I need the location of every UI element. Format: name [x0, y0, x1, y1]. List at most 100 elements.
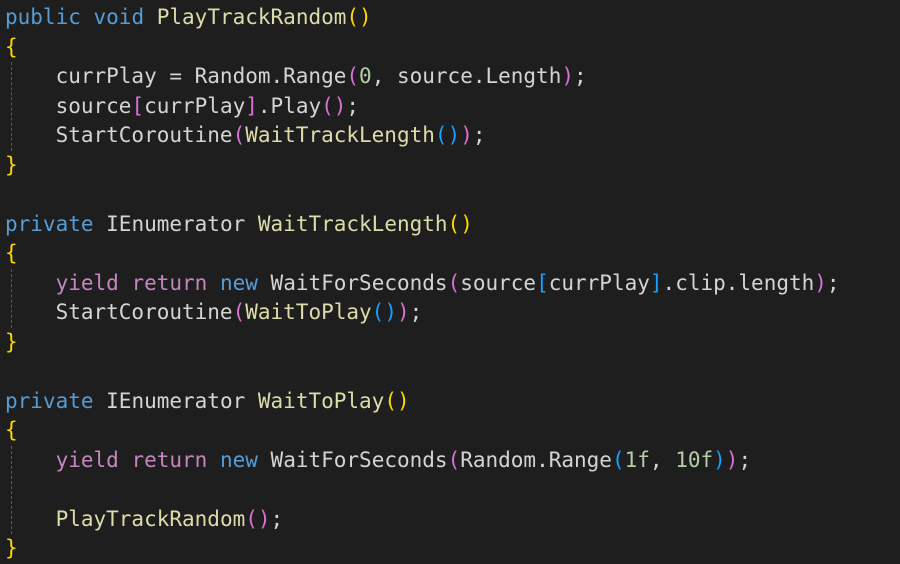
- code-token: (: [447, 447, 461, 472]
- code-token: return: [131, 447, 208, 472]
- indent-guide: [11, 62, 12, 151]
- code-token: ;: [270, 506, 284, 531]
- code-token: {: [5, 241, 18, 265]
- code-token: }: [5, 329, 18, 354]
- code-token: source: [5, 93, 132, 118]
- indent-guide: [11, 268, 12, 328]
- code-line: StartCoroutine(WaitTrackLength());: [5, 121, 486, 151]
- code-line: }: [5, 534, 18, 564]
- code-token: 10f: [675, 447, 714, 472]
- code-token: StartCoroutine: [5, 123, 233, 147]
- code-line: }: [5, 328, 18, 358]
- code-token: IEnumerator: [93, 388, 258, 413]
- code-token: ): [460, 123, 473, 147]
- code-token: {: [5, 34, 18, 59]
- code-token: StartCoroutine: [5, 300, 233, 324]
- code-token: .clip.length: [662, 270, 815, 295]
- code-token: , source.Length: [371, 64, 562, 88]
- code-token: [: [536, 270, 549, 295]
- code-token: WaitToPlay: [245, 300, 372, 324]
- indent-guide: [11, 445, 12, 534]
- code-token: WaitToPlay: [257, 388, 385, 413]
- code-token: IEnumerator: [93, 211, 258, 236]
- code-line: public void PlayTrackRandom(): [5, 3, 372, 33]
- code-line: StartCoroutine(WaitToPlay());: [5, 298, 423, 328]
- code-token: currPlay = Random.Range: [5, 64, 347, 88]
- code-token: (: [346, 64, 360, 88]
- code-line: {: [5, 33, 18, 63]
- code-token: source: [460, 270, 537, 295]
- code-token: ;: [346, 93, 360, 118]
- code-token: private: [5, 211, 94, 236]
- code-token: currPlay: [144, 93, 246, 118]
- code-token: yield: [55, 270, 119, 295]
- code-token: new: [219, 447, 258, 472]
- code-token: ;: [409, 300, 423, 324]
- code-token: (): [346, 5, 372, 29]
- code-line: private IEnumerator WaitToPlay(): [5, 387, 410, 417]
- code-token: [: [131, 93, 145, 118]
- code-token: new: [219, 270, 258, 295]
- code-token: }: [5, 152, 18, 177]
- code-token: private: [5, 388, 94, 413]
- code-token: currPlay: [548, 270, 650, 295]
- code-line: yield return new WaitForSeconds(Random.R…: [5, 446, 752, 476]
- code-token: void: [93, 5, 145, 29]
- code-token: ): [725, 447, 739, 472]
- code-token: ): [713, 447, 726, 472]
- code-token: ;: [738, 447, 752, 472]
- code-token: PlayTrackRandom: [156, 5, 347, 29]
- code-token: return: [131, 270, 208, 295]
- code-token: (: [232, 300, 246, 324]
- code-token: (): [434, 123, 461, 147]
- code-token: ]: [649, 270, 663, 295]
- code-token: (): [371, 300, 397, 324]
- code-token: WaitTrackLength: [257, 211, 448, 236]
- code-token: (): [447, 211, 473, 236]
- code-token: WaitTrackLength: [245, 123, 435, 147]
- code-token: }: [5, 536, 18, 560]
- code-token: WaitForSeconds: [257, 447, 448, 472]
- code-line: private IEnumerator WaitTrackLength(): [5, 210, 473, 240]
- code-token: .Play: [257, 93, 322, 118]
- code-token: Random.Range: [460, 447, 612, 472]
- code-token: ]: [245, 93, 258, 118]
- code-line: }: [5, 151, 18, 181]
- code-token: {: [5, 418, 18, 442]
- code-token: ): [396, 300, 410, 324]
- code-token: (: [611, 447, 625, 472]
- code-token: PlayTrackRandom: [55, 506, 246, 531]
- code-line: currPlay = Random.Range(0, source.Length…: [5, 62, 587, 92]
- code-token: (: [232, 123, 246, 147]
- code-token: (): [384, 388, 410, 413]
- code-token: ;: [574, 64, 587, 88]
- code-editor[interactable]: public void PlayTrackRandom(){ currPlay …: [0, 0, 900, 564]
- code-token: ;: [472, 123, 486, 147]
- code-token: WaitForSeconds: [257, 270, 448, 295]
- code-line: PlayTrackRandom();: [5, 505, 284, 535]
- code-token: (): [245, 506, 271, 531]
- code-token: ,: [649, 447, 676, 472]
- code-line: {: [5, 239, 18, 269]
- code-token: 0: [359, 64, 372, 88]
- code-token: (: [447, 270, 461, 295]
- code-line: source[currPlay].Play();: [5, 92, 360, 122]
- code-token: (): [321, 93, 347, 118]
- code-token: ): [814, 270, 827, 295]
- code-token: ): [561, 64, 574, 88]
- code-token: 1f: [624, 447, 650, 472]
- code-token: yield: [55, 447, 119, 472]
- code-line: {: [5, 416, 18, 446]
- code-token: public: [5, 5, 81, 29]
- code-line: yield return new WaitForSeconds(source[c…: [5, 269, 840, 299]
- code-token: ;: [826, 270, 840, 295]
